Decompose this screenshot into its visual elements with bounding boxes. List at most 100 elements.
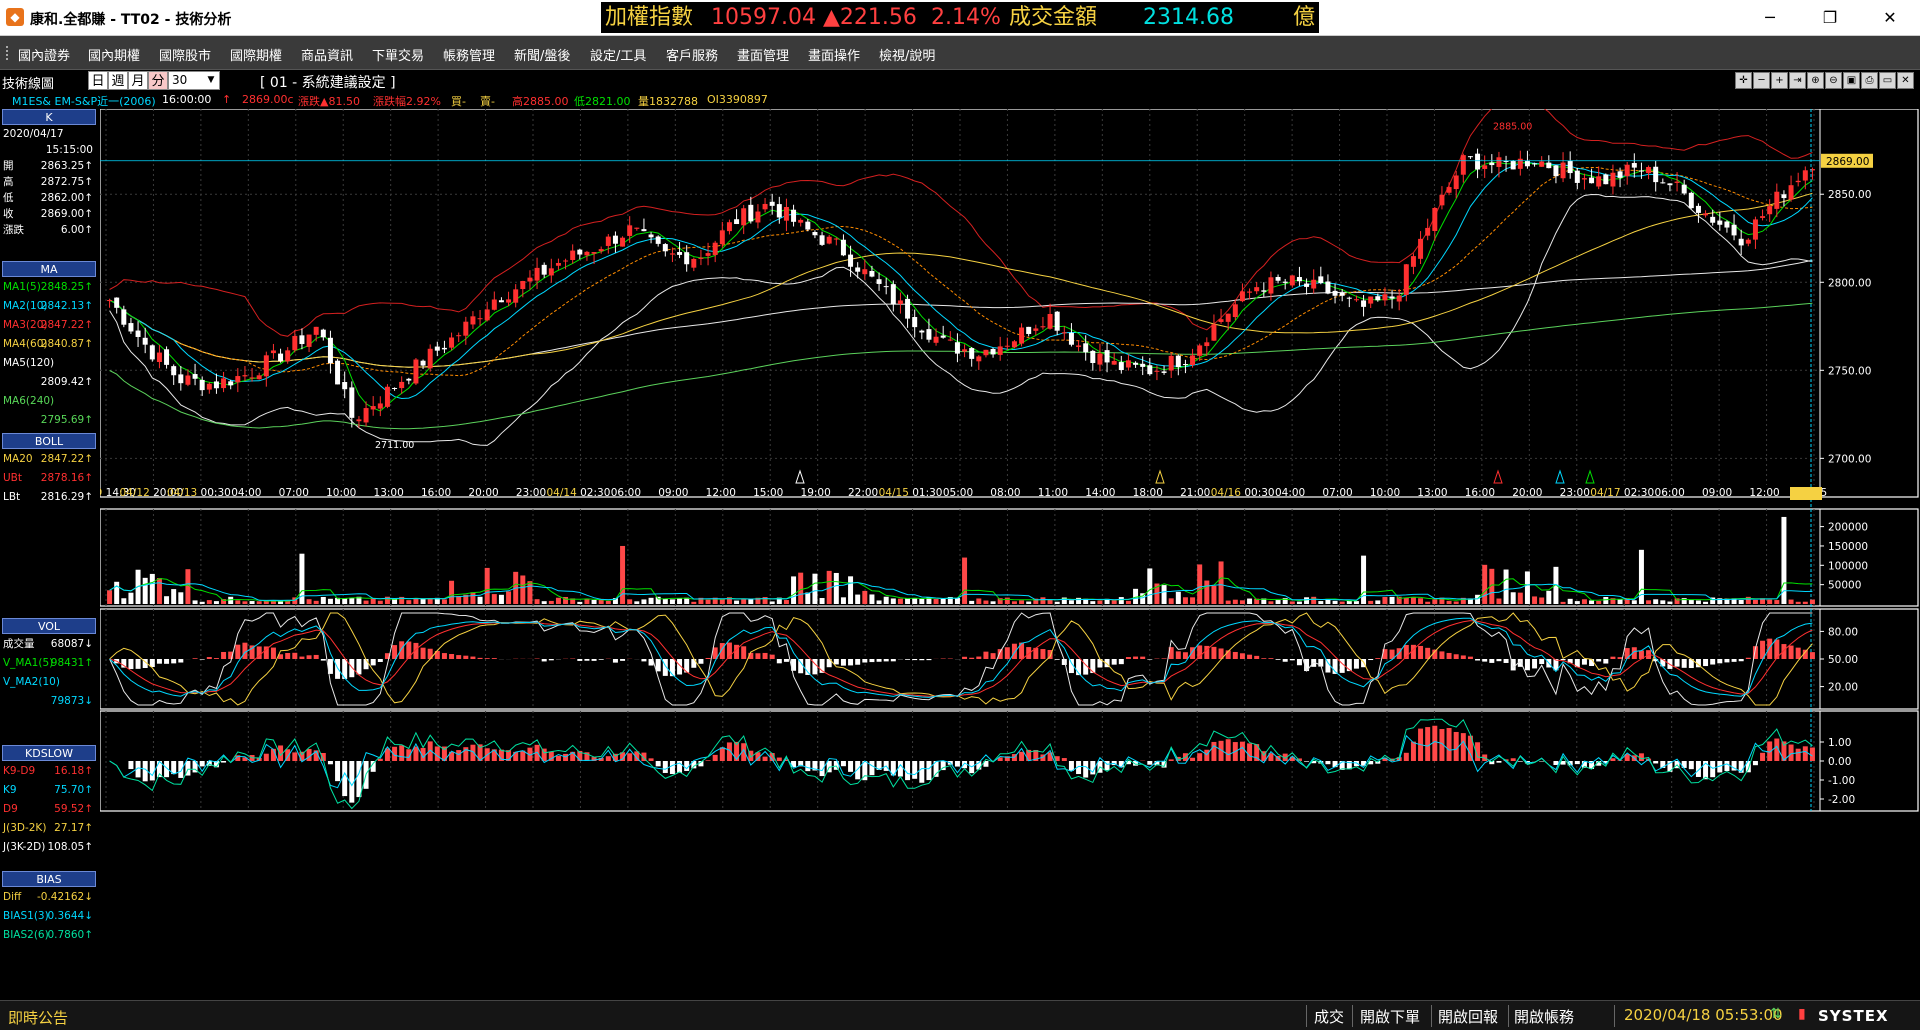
menu-intl-futures[interactable]: 國際期權 [230, 45, 282, 64]
time-axis-label: 04/16 00:30 [1211, 487, 1275, 499]
menu-customer-service[interactable]: 客戶服務 [666, 45, 718, 64]
kd-diff-bar [235, 644, 241, 659]
kd-diff-bar [335, 659, 341, 679]
volume-bar [1517, 592, 1523, 604]
bias-axis-label: -1.00 [1828, 775, 1855, 787]
volume-bar [783, 600, 789, 604]
kd-diff-bar [655, 659, 661, 672]
kd-diff-bar [213, 658, 219, 659]
open-report-button[interactable]: 開啟回報 [1438, 1006, 1498, 1027]
open-order-button[interactable]: 開啟下單 [1360, 1006, 1420, 1027]
zoom-in-icon[interactable]: ⊕ [1807, 72, 1824, 89]
candle-body [555, 262, 561, 266]
candle-body [919, 330, 925, 333]
volume-bar [983, 600, 989, 604]
kd-diff-bar [1247, 654, 1253, 659]
volume-bar [1596, 600, 1602, 604]
kd-diff-bar [1325, 659, 1331, 673]
print-icon[interactable]: ⎙ [1861, 72, 1878, 89]
time-axis-label: 08:00 [990, 487, 1020, 499]
volume-bar [1667, 601, 1673, 604]
volume-bar [506, 591, 512, 604]
kd-diff-bar [1524, 659, 1530, 671]
candle-body [1482, 165, 1488, 169]
menu-domestic-futures[interactable]: 國內期權 [88, 45, 140, 64]
volume-bar [1410, 597, 1416, 604]
kd-diff-bar [1182, 652, 1188, 659]
scroll-end-icon[interactable]: ⇥ [1789, 72, 1806, 89]
menu-account-management[interactable]: 帳務管理 [443, 45, 495, 64]
candle-body [1268, 277, 1274, 294]
bias-diff-bar [399, 745, 405, 761]
k-high-row: 高 2872.75↑ [3, 176, 93, 188]
window-icon[interactable]: ▭ [1879, 72, 1896, 89]
chevron-down-icon[interactable]: ▼ [204, 73, 218, 88]
candle-body [192, 374, 198, 379]
period-week-button[interactable]: 週 [108, 71, 128, 90]
kd-diff-bar [135, 659, 141, 669]
menu-intl-stocks[interactable]: 國際股市 [159, 45, 211, 64]
menu-screen-operation[interactable]: 畫面操作 [808, 45, 860, 64]
menu-news-after-hours[interactable]: 新聞/盤後 [514, 45, 570, 64]
volume-bar [855, 594, 861, 604]
close-button[interactable]: ✕ [1860, 0, 1920, 36]
menu-domestic-securities[interactable]: 國內證券 [18, 45, 70, 64]
candle-body [235, 376, 241, 383]
volume-bar [128, 592, 134, 604]
signal-icon: ⇅ [1770, 1006, 1782, 1022]
indicator-setting-label[interactable]: [ 01 - 系統建議設定 ] [260, 72, 396, 92]
candle-body [1026, 326, 1032, 334]
candle-body [491, 299, 497, 310]
minus-icon[interactable]: ─ [1753, 72, 1770, 89]
bias-diff-bar [292, 752, 298, 761]
crosshair-icon[interactable]: ✛ [1735, 72, 1752, 89]
restore-button[interactable]: ❐ [1800, 0, 1860, 36]
volume-bar [1097, 600, 1103, 604]
menu-product-info[interactable]: 商品資訊 [301, 45, 353, 64]
kd-diff-bar [741, 646, 747, 659]
candle-body [1118, 362, 1124, 371]
high-low-annotation: 2711.00 [375, 440, 414, 451]
volume-bar [1268, 601, 1274, 604]
candle-body [242, 375, 248, 377]
kd-diff-bar [962, 656, 968, 659]
candle-body [342, 382, 348, 390]
chart-area[interactable]: 2850.002800.002750.002700.0004/09 14:300… [72, 92, 1920, 999]
announcement-button[interactable]: 即時公告 [8, 1007, 68, 1028]
bias-diff-bar [840, 761, 846, 767]
candle-body [1296, 277, 1302, 282]
period-month-button[interactable]: 月 [128, 71, 148, 90]
volume-bar [605, 600, 611, 604]
volume-bar [1802, 601, 1808, 604]
minimize-button[interactable]: ─ [1740, 0, 1800, 36]
candle-body [1781, 194, 1787, 199]
menu-settings-tools[interactable]: 設定/工具 [590, 45, 646, 64]
menu-screen-management[interactable]: 畫面管理 [737, 45, 789, 64]
volume-bar [534, 599, 540, 604]
candle-body [976, 356, 982, 362]
candle-body [1346, 297, 1352, 299]
save-icon[interactable]: ▣ [1843, 72, 1860, 89]
period-value-select[interactable]: 30 ▼ [168, 71, 220, 90]
close-panel-icon[interactable]: ✕ [1897, 72, 1914, 89]
plus-icon[interactable]: + [1771, 72, 1788, 89]
kd-diff-bar [349, 659, 355, 678]
period-day-button[interactable]: 日 [88, 71, 108, 90]
kd-diff-bar [1118, 659, 1124, 665]
kd-diff-bar [1460, 655, 1466, 659]
volume-bar [1289, 601, 1295, 604]
bias-diff-bar [1190, 757, 1196, 761]
zoom-out-icon[interactable]: ⊖ [1825, 72, 1842, 89]
bias-axis-label: 0.00 [1828, 756, 1851, 768]
menu-order-trading[interactable]: 下單交易 [372, 45, 424, 64]
volume-bar [420, 598, 426, 604]
trades-button[interactable]: 成交 [1314, 1006, 1344, 1027]
bias-diff-bar [377, 758, 383, 761]
volume-bar [1304, 597, 1310, 604]
chart-svg[interactable]: 2850.002800.002750.002700.0004/09 14:300… [72, 92, 1920, 999]
open-account-button[interactable]: 開啟帳務 [1514, 1006, 1574, 1027]
kd-diff-bar [449, 654, 455, 659]
menu-view-help[interactable]: 檢視/說明 [879, 45, 935, 64]
period-minute-button[interactable]: 分 [148, 71, 168, 90]
volume-bar [1795, 601, 1801, 604]
